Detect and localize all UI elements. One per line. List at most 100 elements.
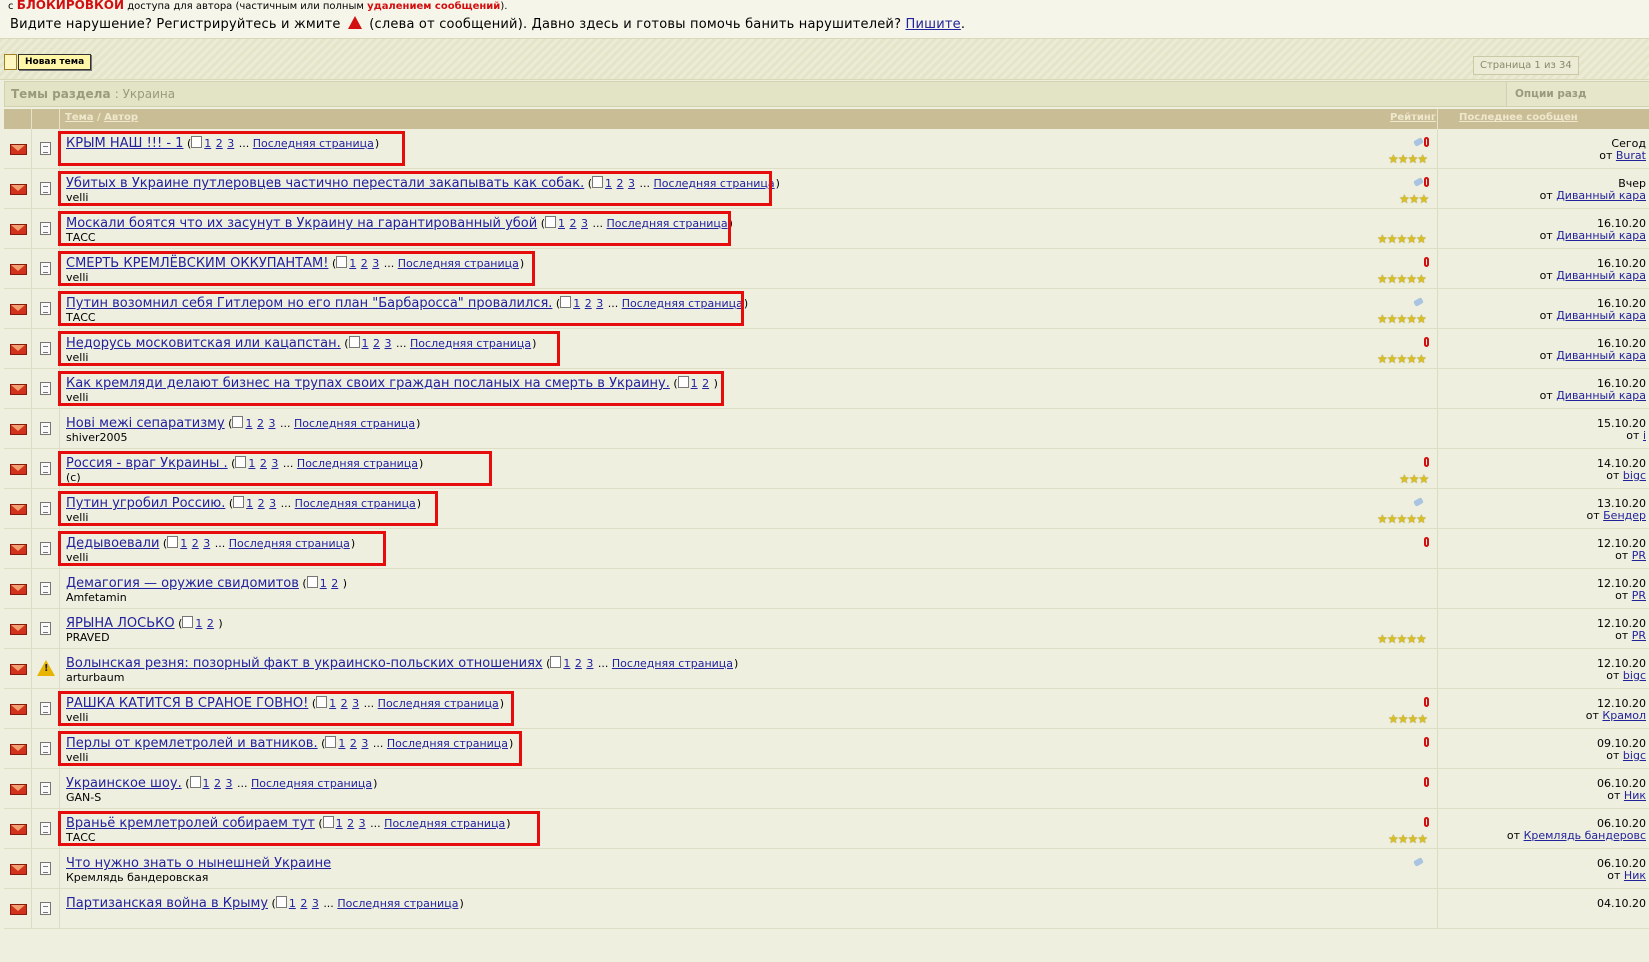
table-row: Демагогия — оружие свидомитов (1 2 ) Amfe… [4, 569, 1649, 609]
sort-topic-link[interactable]: Тема [65, 112, 94, 123]
last-post-prefix: от [1607, 789, 1624, 802]
last-post-author: от Диванный кара [1540, 230, 1646, 242]
unread-envelope-icon [10, 184, 27, 195]
last-post-author-link[interactable]: PR [1632, 549, 1646, 562]
topic-page-icon [40, 782, 51, 795]
attachment-clip-icon [1424, 457, 1429, 467]
status-cell [4, 489, 32, 528]
table-row: РАШКА КАТИТСЯ В СРАНОЕ ГОВНО! (1 2 3 ...… [4, 689, 1649, 729]
last-post-author-link[interactable]: Диванный кара [1556, 229, 1646, 242]
page-link-1[interactable]: 1 [203, 777, 210, 790]
new-topic-button[interactable]: Новая тема [4, 51, 92, 73]
topic-page-icon [40, 382, 51, 395]
last-post-info: 06.10.20 от Ник [1597, 778, 1646, 802]
page-link-1[interactable]: 1 [195, 617, 202, 630]
last-page-link[interactable]: Последняя страница [612, 657, 733, 670]
last-post-info: 12.10.20 от Крамол [1586, 698, 1646, 722]
page-link-1[interactable]: 1 [245, 417, 252, 430]
status-cell [4, 529, 32, 568]
last-post-author-link[interactable]: Ник [1624, 869, 1646, 882]
last-post-author-link[interactable]: i [1643, 429, 1646, 442]
topic-icon-cell [32, 609, 60, 648]
last-post-author-link[interactable]: Диванный кара [1556, 309, 1646, 322]
new-topic-label: Новая тема [18, 54, 92, 70]
last-post-cell: 14.10.20 от bigc [1437, 449, 1649, 488]
page-link-2[interactable]: 2 [331, 577, 338, 590]
last-post-author-link[interactable]: Диванный кара [1556, 269, 1646, 282]
last-post-cell: 16.10.20 от Диванный кара [1437, 209, 1649, 248]
page-link-3[interactable]: 3 [268, 417, 275, 430]
topic-title-link[interactable]: Украинское шоу. [66, 776, 182, 791]
last-post-author-link[interactable]: PR [1632, 629, 1646, 642]
topic-title-link[interactable]: ЯРЫНА ЛОСЬКО [66, 616, 175, 631]
topic-title-link[interactable]: Демагогия — оружие свидомитов [66, 576, 299, 591]
last-post-author-link[interactable]: bigc [1623, 749, 1646, 762]
last-post-prefix: от [1606, 749, 1623, 762]
toolbar [0, 39, 1649, 80]
topic-page-icon [40, 702, 51, 715]
page-link-2[interactable]: 2 [214, 777, 221, 790]
topic-author: arturbaum [66, 671, 125, 684]
unread-envelope-icon [10, 424, 27, 435]
sort-author-link[interactable]: Автор [104, 112, 138, 123]
table-row: Убитых в Украине путлеровцев частично пе… [4, 169, 1649, 209]
unread-envelope-icon [10, 664, 27, 675]
topic-title-link[interactable]: Волынская резня: позорный факт в украинс… [66, 656, 543, 671]
page-link-1[interactable]: 1 [563, 657, 570, 670]
multipage-icon [182, 616, 194, 628]
last-post-author-link[interactable]: Крамол [1602, 709, 1646, 722]
last-post-author-link[interactable]: Диванный кара [1556, 349, 1646, 362]
last-post-author-link[interactable]: bigc [1623, 669, 1646, 682]
page-link-2[interactable]: 2 [575, 657, 582, 670]
rating-stars: ★★★ [1399, 192, 1429, 206]
topic-page-icon [40, 342, 51, 355]
last-post-prefix: от [1606, 669, 1623, 682]
last-post-cell: 16.10.20 от Диванный кара [1437, 369, 1649, 408]
last-post-info: 04.10.20 [1597, 898, 1646, 910]
last-post-author-link[interactable]: Кремлядь бандеровс [1524, 829, 1646, 842]
page-link-1[interactable]: 1 [289, 897, 296, 910]
last-post-author: от PR [1597, 550, 1646, 562]
topic-page-icon [40, 862, 51, 875]
topic-author: shiver2005 [66, 431, 128, 444]
red-highlight-box [58, 451, 492, 486]
last-page-link[interactable]: Последняя страница [337, 897, 458, 910]
last-post-author-link[interactable]: Диванный кара [1556, 189, 1646, 202]
topic-title-link[interactable]: Партизанская война в Крыму [66, 896, 268, 911]
write-link[interactable]: Пишите [906, 17, 961, 32]
table-header: Тема / Автор Рейтинг Последнее сообщен [4, 109, 1649, 129]
last-post-author-link[interactable]: Burat [1616, 149, 1646, 162]
sort-rating-link[interactable]: Рейтинг [1390, 112, 1436, 123]
page-link-2[interactable]: 2 [257, 417, 264, 430]
last-post-cell: 16.10.20 от Диванный кара [1437, 329, 1649, 368]
rating-stars: ★★★★★ [1377, 632, 1427, 646]
last-post-author-link[interactable]: PR [1632, 589, 1646, 602]
sort-last-post-link[interactable]: Последнее сообщен [1459, 112, 1578, 123]
topic-icon-cell [32, 209, 60, 248]
red-highlight-box [58, 331, 560, 366]
page-link-2[interactable]: 2 [300, 897, 307, 910]
red-highlight-box [58, 171, 772, 206]
page-link-2[interactable]: 2 [207, 617, 214, 630]
page-link-3[interactable]: 3 [586, 657, 593, 670]
last-post-prefix: от [1586, 509, 1604, 522]
last-post-author-link[interactable]: Диванный кара [1556, 389, 1646, 402]
last-post-author-link[interactable]: Ник [1624, 789, 1646, 802]
block-label: БЛОКИРОВКОЙ [16, 0, 125, 12]
last-post-author: от Burat [1599, 150, 1646, 162]
status-cell [4, 449, 32, 488]
last-page-link[interactable]: Последняя страница [251, 777, 372, 790]
page-link-3[interactable]: 3 [226, 777, 233, 790]
last-post-author-link[interactable]: Бендер [1603, 509, 1646, 522]
page-link-3[interactable]: 3 [312, 897, 319, 910]
page-link-1[interactable]: 1 [320, 577, 327, 590]
topic-title-link[interactable]: Что нужно знать о нынешней Украине [66, 856, 331, 871]
red-highlight-box [58, 371, 724, 406]
last-post-author: от Диванный кара [1540, 390, 1646, 402]
topic-page-icon [40, 742, 51, 755]
section-options-button[interactable]: Опции разд [1506, 82, 1649, 106]
multipage-icon [232, 416, 244, 428]
topic-title-link[interactable]: Нові межі сепаратизму [66, 416, 225, 431]
last-page-link[interactable]: Последняя страница [294, 417, 415, 430]
last-post-author-link[interactable]: bigc [1623, 469, 1646, 482]
